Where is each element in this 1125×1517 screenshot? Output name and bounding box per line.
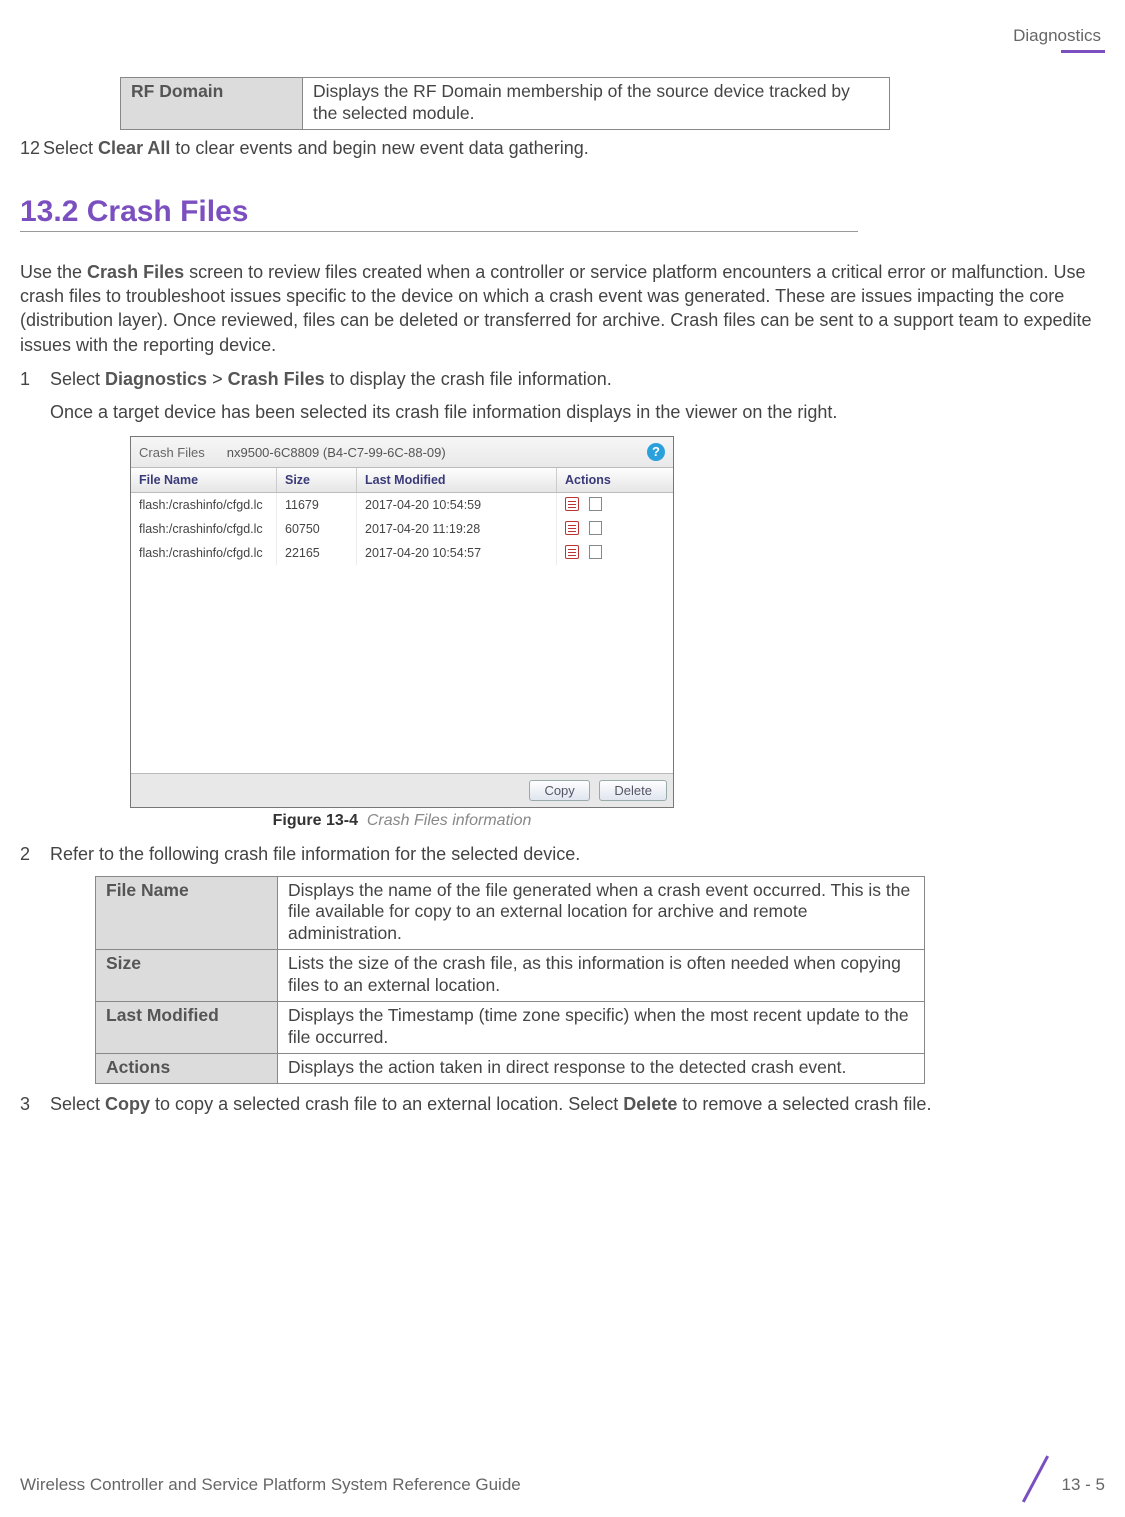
cell-modified: 2017-04-20 10:54:59 (357, 493, 557, 517)
cell-modified: 2017-04-20 11:19:28 (357, 517, 557, 541)
cell-file-name: flash:/crashinfo/cfgd.lc (131, 493, 277, 517)
header-accent (1061, 50, 1105, 53)
table-row[interactable]: flash:/crashinfo/cfgd.lc 11679 2017-04-2… (131, 493, 673, 517)
field-desc: Displays the Timestamp (time zone specif… (278, 1001, 925, 1053)
step1-post: to display the crash file information. (325, 369, 612, 389)
clear-all-bold: Clear All (98, 138, 170, 158)
step-num: 12 (20, 138, 38, 159)
footer-page: 13 - 5 (1062, 1475, 1105, 1495)
copy-button[interactable]: Copy (529, 780, 589, 801)
ss-column-header: File Name Size Last Modified Actions (131, 467, 673, 493)
delete-button[interactable]: Delete (599, 780, 667, 801)
step-12: 12 Select Clear All to clear events and … (20, 138, 1105, 159)
crash-files-screenshot: Crash Files nx9500-6C8809 (B4-C7-99-6C-8… (130, 436, 674, 808)
step3-post: to remove a selected crash file. (677, 1094, 931, 1114)
field-desc: Displays the name of the file generated … (278, 876, 925, 950)
footer-title: Wireless Controller and Service Platform… (20, 1475, 1014, 1495)
intro-paragraph: Use the Crash Files screen to review fil… (20, 260, 1105, 357)
field-label: File Name (96, 876, 278, 950)
help-icon[interactable]: ? (647, 443, 665, 461)
col-file-name[interactable]: File Name (131, 468, 277, 492)
table-row[interactable]: flash:/crashinfo/cfgd.lc 22165 2017-04-2… (131, 541, 673, 565)
rf-domain-table: RF Domain Displays the RF Domain members… (120, 77, 890, 130)
step-text-pre: Select (43, 138, 98, 158)
copy-icon[interactable] (589, 521, 602, 535)
step3-bold1: Copy (105, 1094, 150, 1114)
delete-icon[interactable] (565, 497, 579, 511)
cell-file-name: flash:/crashinfo/cfgd.lc (131, 541, 277, 565)
step3-pre: Select (50, 1094, 105, 1114)
step-num: 3 (20, 1092, 32, 1117)
figure-number: Figure 13-4 (273, 812, 358, 829)
crash-info-table: File Name Displays the name of the file … (95, 876, 925, 1084)
delete-icon[interactable] (565, 545, 579, 559)
figure-text: Crash Files information (367, 812, 532, 829)
field-label: Size (96, 950, 278, 1002)
step1-mid: > (207, 369, 228, 389)
footer-slash-icon (1014, 1459, 1056, 1501)
field-label: Last Modified (96, 1001, 278, 1053)
step-1: 1 Select Diagnostics > Crash Files to di… (20, 367, 1105, 392)
delete-icon[interactable] (565, 521, 579, 535)
step-text-post: to clear events and begin new event data… (170, 138, 588, 158)
step-2: 2 Refer to the following crash file info… (20, 842, 1105, 867)
col-last-modified[interactable]: Last Modified (357, 468, 557, 492)
cell-modified: 2017-04-20 10:54:57 (357, 541, 557, 565)
cell-file-name: flash:/crashinfo/cfgd.lc (131, 517, 277, 541)
figure-caption: Figure 13-4 Crash Files information (130, 812, 674, 830)
cell-size: 22165 (277, 541, 357, 565)
step3-mid: to copy a selected crash file to an exte… (150, 1094, 623, 1114)
step-num: 1 (20, 367, 32, 392)
rf-domain-label: RF Domain (121, 78, 303, 130)
field-desc: Lists the size of the crash file, as thi… (278, 950, 925, 1002)
section-underline (20, 231, 858, 232)
intro-pre: Use the (20, 262, 87, 282)
cell-size: 60750 (277, 517, 357, 541)
field-label: Actions (96, 1053, 278, 1083)
intro-bold: Crash Files (87, 262, 184, 282)
ss-title-label: Crash Files (139, 445, 205, 460)
copy-icon[interactable] (589, 497, 602, 511)
step-1-sub: Once a target device has been selected i… (50, 400, 1105, 424)
rf-domain-desc: Displays the RF Domain membership of the… (303, 78, 890, 130)
step-3: 3 Select Copy to copy a selected crash f… (20, 1092, 1105, 1117)
step1-bold1: Diagnostics (105, 369, 207, 389)
field-desc: Displays the action taken in direct resp… (278, 1053, 925, 1083)
cell-size: 11679 (277, 493, 357, 517)
step2-text: Refer to the following crash file inform… (50, 842, 1105, 867)
ss-device-name: nx9500-6C8809 (B4-C7-99-6C-88-09) (227, 445, 446, 460)
step3-bold2: Delete (623, 1094, 677, 1114)
ss-body: flash:/crashinfo/cfgd.lc 11679 2017-04-2… (131, 493, 673, 773)
col-actions: Actions (557, 468, 673, 492)
col-size[interactable]: Size (277, 468, 357, 492)
section-title: 13.2 Crash Files (20, 195, 1105, 229)
page-footer: Wireless Controller and Service Platform… (20, 1459, 1105, 1495)
step-num: 2 (20, 842, 32, 867)
copy-icon[interactable] (589, 545, 602, 559)
step1-bold2: Crash Files (228, 369, 325, 389)
page-header: Diagnostics (20, 20, 1105, 46)
table-row[interactable]: flash:/crashinfo/cfgd.lc 60750 2017-04-2… (131, 517, 673, 541)
step1-pre: Select (50, 369, 105, 389)
